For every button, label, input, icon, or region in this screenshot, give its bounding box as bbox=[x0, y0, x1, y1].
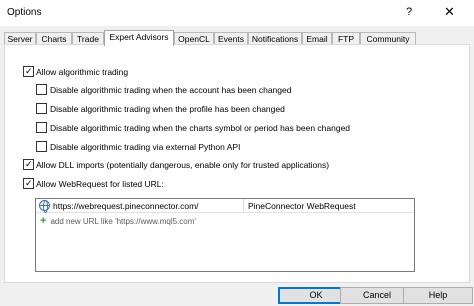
close-icon[interactable]: ✕ bbox=[444, 4, 455, 20]
disable-on-profile-change-checkbox[interactable] bbox=[36, 103, 47, 114]
allow-dll-imports-checkbox[interactable]: ✓ bbox=[23, 159, 34, 170]
url-list-row[interactable]: https://webrequest.pineconnector.com/ Pi… bbox=[36, 199, 414, 213]
disable-on-account-change-checkbox[interactable] bbox=[36, 84, 47, 95]
check-icon: ✓ bbox=[25, 159, 33, 169]
plus-icon: + bbox=[40, 215, 47, 227]
disable-python-api-label: Disable algorithmic trading via external… bbox=[50, 142, 241, 152]
add-url-row[interactable]: + add new URL like 'https://www.mql5.com' bbox=[40, 215, 196, 227]
check-icon: ✓ bbox=[25, 66, 33, 76]
column-divider bbox=[243, 199, 244, 212]
title-bar: Options ? ✕ bbox=[0, 0, 474, 26]
check-icon: ✓ bbox=[25, 178, 33, 188]
globe-icon bbox=[39, 200, 50, 213]
tab-strip: Server Charts Trade Expert Advisors Open… bbox=[4, 30, 470, 46]
disable-on-symbol-change-checkbox[interactable] bbox=[36, 122, 47, 133]
allow-webrequest-label: Allow WebRequest for listed URL: bbox=[36, 179, 164, 189]
disable-on-symbol-change-label: Disable algorithmic trading when the cha… bbox=[50, 123, 351, 133]
help-button[interactable]: Help bbox=[403, 287, 473, 304]
allow-algo-trading-label: Allow algorithmic trading bbox=[36, 67, 129, 77]
disable-on-profile-change-label: Disable algorithmic trading when the pro… bbox=[50, 104, 285, 114]
url-name[interactable]: PineConnector WebRequest bbox=[248, 200, 356, 212]
add-url-placeholder: add new URL like 'https://www.mql5.com' bbox=[50, 217, 196, 226]
allow-algo-trading-checkbox[interactable]: ✓ bbox=[23, 66, 34, 77]
window-title: Options bbox=[7, 7, 42, 18]
disable-on-account-change-label: Disable algorithmic trading when the acc… bbox=[50, 85, 292, 95]
url-value[interactable]: https://webrequest.pineconnector.com/ bbox=[53, 200, 199, 212]
help-icon[interactable]: ? bbox=[406, 6, 412, 18]
tab-expert-advisors[interactable]: Expert Advisors bbox=[104, 30, 174, 46]
allow-dll-imports-label: Allow DLL imports (potentially dangerous… bbox=[36, 160, 330, 170]
allow-webrequest-checkbox[interactable]: ✓ bbox=[23, 178, 34, 189]
url-list[interactable]: https://webrequest.pineconnector.com/ Pi… bbox=[35, 198, 415, 272]
disable-python-api-checkbox[interactable] bbox=[36, 141, 47, 152]
